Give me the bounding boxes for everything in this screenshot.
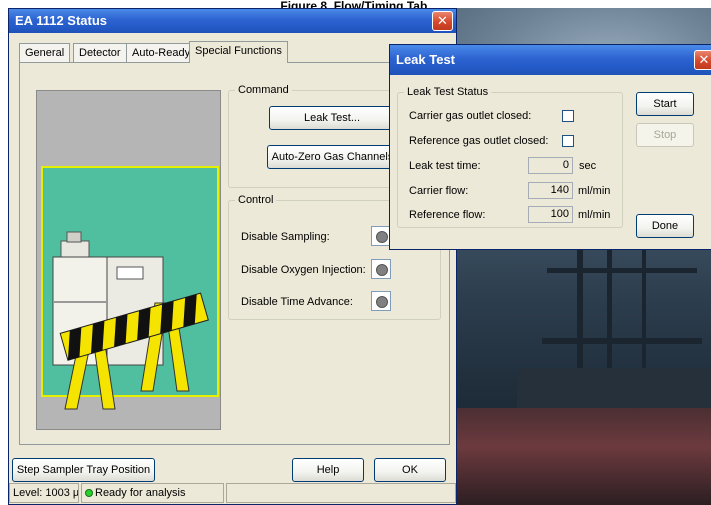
leak-done-button[interactable]: Done [636, 214, 694, 238]
reference-flow-field: 100 [528, 206, 573, 223]
ready-status: Ready for analysis [81, 483, 224, 503]
carrier-outlet-checkbox[interactable] [562, 110, 574, 122]
control-group-label: Control [235, 193, 277, 207]
carrier-outlet-label: Carrier gas outlet closed: [409, 110, 532, 122]
status-bar: Level: 1003 µV Ready for analysis [9, 481, 456, 504]
leak-time-label: Leak test time: [409, 160, 481, 172]
ready-status-text: Ready for analysis [95, 487, 186, 499]
main-window-title: EA 1112 Status [15, 13, 108, 28]
auto-zero-gas-channels-button[interactable]: Auto-Zero Gas Channels [267, 145, 398, 169]
help-button[interactable]: Help [292, 458, 364, 482]
leak-start-button[interactable]: Start [636, 92, 694, 116]
command-group-label: Command [235, 83, 292, 97]
instrument-illustration [36, 90, 221, 430]
leak-stop-button[interactable]: Stop [636, 123, 694, 147]
ok-button[interactable]: OK [374, 458, 446, 482]
disable-oxygen-injection-label: Disable Oxygen Injection: [241, 264, 366, 276]
disable-sampling-indicator[interactable] [371, 226, 391, 246]
leak-test-status-label: Leak Test Status [404, 85, 492, 99]
leak-time-field: 0 [528, 157, 573, 174]
disable-time-advance-indicator[interactable] [371, 291, 391, 311]
analyzer-barricade-image [41, 166, 219, 410]
leak-time-unit: sec [579, 160, 597, 172]
disable-oxygen-injection-indicator[interactable] [371, 259, 391, 279]
main-close-button[interactable]: ✕ [432, 11, 453, 31]
reference-outlet-checkbox[interactable] [562, 135, 574, 147]
main-titlebar: EA 1112 Status [9, 9, 456, 33]
reference-outlet-label: Reference gas outlet closed: [409, 135, 549, 147]
leak-test-close-button[interactable]: ✕ [694, 50, 711, 70]
step-sampler-tray-button[interactable]: Step Sampler Tray Position [12, 458, 155, 482]
leak-test-titlebar: Leak Test [390, 45, 711, 75]
disable-time-advance-label: Disable Time Advance: [241, 296, 353, 308]
close-icon: ✕ [437, 13, 448, 28]
tab-general[interactable]: General [19, 43, 71, 62]
ready-dot-icon [85, 489, 93, 498]
leak-test-dialog: Leak Test ✕ Leak Test Status Carrier gas… [389, 44, 711, 250]
tab-detector[interactable]: Detector [73, 43, 127, 62]
leak-test-button[interactable]: Leak Test... [269, 106, 395, 130]
carrier-flow-label: Carrier flow: [409, 185, 469, 197]
disable-sampling-label: Disable Sampling: [241, 231, 330, 243]
tab-auto-ready[interactable]: Auto-Ready [126, 43, 197, 62]
leak-test-status-group: Leak Test Status Carrier gas outlet clos… [397, 85, 623, 228]
tab-special-functions[interactable]: Special Functions [189, 41, 288, 63]
special-functions-panel: Command Leak Test... Auto-Zero Gas Chann… [19, 62, 450, 445]
level-readout: Level: 1003 µV [9, 483, 79, 503]
close-icon: ✕ [698, 52, 710, 67]
reference-flow-unit: ml/min [578, 209, 611, 221]
reference-flow-label: Reference flow: [409, 209, 486, 221]
leak-test-title: Leak Test [396, 52, 456, 67]
carrier-flow-field: 140 [528, 182, 573, 199]
carrier-flow-unit: ml/min [578, 185, 611, 197]
status-empty-cell [226, 483, 456, 503]
